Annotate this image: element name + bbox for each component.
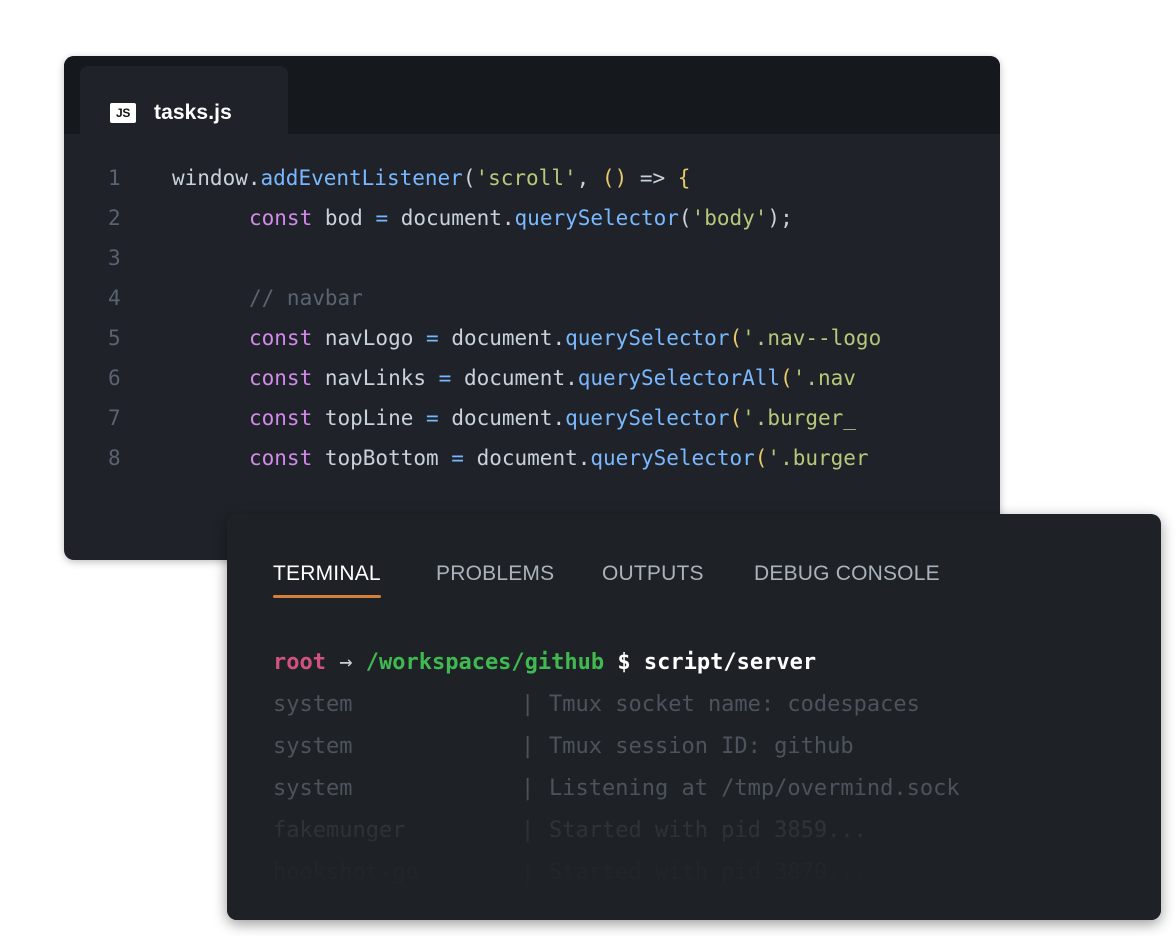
editor-tab-bar: JS tasks.js (64, 56, 1000, 134)
output-message: Tmux session ID: github (549, 734, 854, 759)
code-text: const topBottom = document.querySelector… (249, 446, 869, 470)
tab-terminal[interactable]: TERMINAL (273, 562, 381, 598)
output-separator: | (521, 692, 535, 717)
code-fade-overlay (870, 134, 1000, 560)
code-token: window. (172, 166, 261, 190)
code-token: const (249, 366, 325, 390)
code-text: window.addEventListener('scroll', () => … (172, 166, 690, 190)
output-separator: | (521, 734, 535, 759)
output-separator: | (521, 818, 535, 843)
code-token: '.nav (792, 366, 856, 390)
code-token: = (426, 326, 452, 350)
code-token: document. (451, 326, 566, 350)
code-token: ( (729, 406, 743, 430)
code-token: ( (678, 206, 692, 230)
tab-debug-console-label: DEBUG CONSOLE (754, 562, 940, 585)
code-token: () (601, 166, 640, 190)
code-editor-window: JS tasks.js 1 window.addEventListener('sc… (64, 56, 1000, 560)
code-token: topLine (324, 406, 427, 430)
line-number: 5 (108, 326, 121, 350)
tab-debug-console[interactable]: DEBUG CONSOLE (754, 562, 940, 586)
code-text: const navLogo = document.querySelector('… (249, 326, 881, 350)
code-token: querySelector (514, 206, 679, 230)
output-separator: | (521, 860, 535, 885)
output-separator: | (521, 776, 535, 801)
tab-outputs[interactable]: OUTPUTS (602, 562, 704, 586)
output-source: fakemunger (273, 818, 406, 843)
code-token: '.burger_ (742, 406, 856, 430)
tab-problems[interactable]: PROBLEMS (436, 562, 554, 586)
output-message: Tmux socket name: codespaces (549, 692, 920, 717)
code-token: ( (462, 166, 476, 190)
code-token: ( (754, 446, 768, 470)
code-token: document. (400, 206, 515, 230)
code-token: = (451, 446, 477, 470)
code-token: navLogo (324, 326, 427, 350)
output-message: Started with pid 3859... (549, 818, 867, 843)
output-message: Started with pid 3870... (549, 860, 867, 885)
code-token: const (249, 446, 325, 470)
code-token: document. (451, 406, 566, 430)
code-text: const topLine = document.querySelector('… (249, 406, 856, 430)
code-token: '.nav--logo (742, 326, 882, 350)
prompt-command: script/server (643, 650, 817, 675)
output-source: system (273, 776, 353, 801)
line-number: 2 (108, 206, 121, 230)
line-number: 6 (108, 366, 121, 390)
terminal-panel: TERMINAL PROBLEMS OUTPUTS DEBUG CONSOLE … (227, 514, 1161, 920)
code-token: bod (324, 206, 376, 230)
prompt-symbol: $ (617, 650, 631, 675)
code-token: 'scroll' (475, 166, 577, 190)
code-text: // navbar (249, 286, 363, 310)
line-number: 4 (108, 286, 121, 310)
prompt-user: root (273, 650, 326, 675)
terminal-prompt: root → /workspaces/github $ script/serve… (273, 650, 816, 675)
tab-outputs-label: OUTPUTS (602, 562, 704, 585)
javascript-file-icon: JS (110, 103, 136, 123)
code-token: , (576, 166, 602, 190)
prompt-arrow-icon: → (339, 650, 353, 675)
code-token: querySelector (565, 406, 730, 430)
code-token: addEventListener (260, 166, 463, 190)
code-token: { (677, 166, 691, 190)
code-token: => (639, 166, 678, 190)
code-token: ); (767, 206, 793, 230)
editor-tab-title: tasks.js (154, 101, 232, 124)
code-token: = (438, 366, 464, 390)
terminal-fade-overlay (227, 790, 1161, 920)
editor-tab-tasks-js[interactable]: JS tasks.js (80, 66, 288, 134)
code-token: querySelectorAll (577, 366, 781, 390)
code-token: const (249, 406, 325, 430)
active-tab-underline (273, 595, 381, 598)
code-token: '.burger (767, 446, 869, 470)
output-message: Listening at /tmp/overmind.sock (549, 776, 960, 801)
code-token: document. (476, 446, 591, 470)
code-token: navLinks (324, 366, 439, 390)
code-text: const navLinks = document.querySelectorA… (249, 366, 856, 390)
output-source: hookshot-go (273, 860, 419, 885)
code-token: ( (780, 366, 793, 390)
code-token: = (375, 206, 401, 230)
code-token: = (426, 406, 452, 430)
code-token: querySelector (565, 326, 730, 350)
line-number: 7 (108, 406, 121, 430)
code-token: ( (729, 326, 743, 350)
tab-problems-label: PROBLEMS (436, 562, 555, 585)
code-token: querySelector (590, 446, 755, 470)
code-token: document. (463, 366, 578, 390)
tab-terminal-label: TERMINAL (273, 562, 381, 585)
code-token: const (249, 206, 325, 230)
line-number: 8 (108, 446, 121, 470)
output-source: system (273, 734, 353, 759)
line-number: 1 (108, 166, 121, 190)
code-token: // navbar (249, 286, 363, 310)
code-text: const bod = document.querySelector('body… (249, 206, 793, 230)
output-source: system (273, 692, 353, 717)
line-number: 3 (108, 246, 121, 270)
code-token: const (249, 326, 325, 350)
code-token: 'body' (691, 206, 768, 230)
code-token: topBottom (324, 446, 452, 470)
prompt-path: /workspaces/github (365, 650, 605, 675)
